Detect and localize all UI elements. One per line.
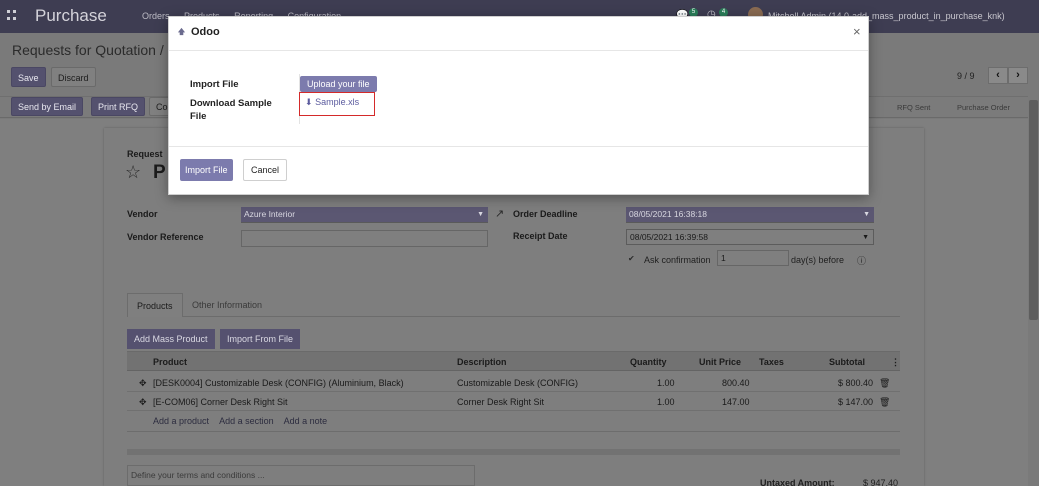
table-row[interactable]: ✥ [E-COM06] Corner Desk Right Sit Corner… <box>127 392 900 411</box>
pager-prev-icon[interactable]: ‹ <box>988 67 1008 84</box>
terms-input[interactable]: Define your terms and conditions ... <box>127 465 475 486</box>
sample-link-text[interactable]: Sample.xls <box>315 97 359 107</box>
pager-value: 9 / 9 <box>957 71 975 81</box>
receipt-date-input[interactable]: 08/05/2021 16:39:58 ▼ <box>626 229 874 245</box>
col-taxes[interactable]: Taxes <box>759 357 784 367</box>
days-before-label: day(s) before <box>791 255 845 265</box>
line-product[interactable]: [E-COM06] Corner Desk Right Sit <box>153 397 288 407</box>
external-link-icon[interactable]: ↗ <box>495 207 504 220</box>
col-description[interactable]: Description <box>457 357 507 367</box>
ask-confirmation-label: Ask confirmation <box>644 255 711 265</box>
vendor-select[interactable]: Azure Interior ▼ <box>241 207 488 223</box>
pager-next-icon[interactable]: › <box>1008 67 1028 84</box>
app-name[interactable]: Purchase <box>35 6 107 26</box>
col-quantity[interactable]: Quantity <box>630 357 667 367</box>
order-deadline-label: Order Deadline <box>513 209 578 219</box>
star-icon[interactable]: ☆ <box>125 162 141 183</box>
dialog-title: Odoo <box>177 26 220 38</box>
apps-menu-icon[interactable] <box>7 10 17 20</box>
drag-handle-icon[interactable]: ✥ <box>139 378 147 389</box>
line-description[interactable]: Customizable Desk (CONFIG) <box>457 378 578 388</box>
import-from-file-button[interactable]: Import From File <box>220 329 301 349</box>
cancel-button[interactable]: Cancel <box>243 159 288 181</box>
info-icon[interactable]: ⓘ <box>857 254 866 267</box>
ask-confirmation-checkbox[interactable]: ✔ <box>628 254 635 263</box>
vendor-reference-input[interactable] <box>241 230 488 247</box>
close-icon[interactable]: × <box>853 24 861 39</box>
untaxed-amount-label: Untaxed Amount: <box>760 478 835 486</box>
notebook-tabs: Products Other Information <box>127 293 900 317</box>
line-quantity[interactable]: 1.00 <box>657 378 675 388</box>
add-mass-product-button[interactable]: Add Mass Product <box>127 329 215 349</box>
order-deadline-input[interactable]: 08/05/2021 16:38:18 ▼ <box>626 207 874 223</box>
line-subtotal: $ 147.00 <box>838 397 874 407</box>
add-line-links: Add a product Add a section Add a note <box>153 416 335 426</box>
untaxed-amount-value: $ 947.40 <box>863 478 899 486</box>
stage-rfq-sent[interactable]: RFQ Sent <box>897 103 930 112</box>
download-icon: ⬇ <box>305 97 313 107</box>
line-unit-price[interactable]: 800.40 <box>722 378 750 388</box>
add-product-link[interactable]: Add a product <box>153 416 209 426</box>
request-label: Request <box>127 149 163 159</box>
add-section-link[interactable]: Add a section <box>219 416 274 426</box>
discard-button[interactable]: Discard <box>51 67 96 87</box>
drag-handle-icon[interactable]: ✥ <box>139 397 147 408</box>
send-by-email-button[interactable]: Send by Email <box>11 97 84 116</box>
save-button[interactable]: Save <box>11 67 46 87</box>
import-file-label: Import File <box>190 79 239 90</box>
tab-other-information[interactable]: Other Information <box>183 293 271 317</box>
sample-download-link[interactable]: ⬇ Sample.xls <box>305 97 359 108</box>
col-product[interactable]: Product <box>153 357 187 367</box>
download-sample-label: Download Sample <box>190 98 272 109</box>
stage-purchase-order[interactable]: Purchase Order <box>957 103 1010 112</box>
trash-icon[interactable]: 🗑 <box>879 378 890 389</box>
col-subtotal[interactable]: Subtotal <box>829 357 865 367</box>
order-lines-header: Product Description Quantity Unit Price … <box>127 351 900 371</box>
add-note-link[interactable]: Add a note <box>284 416 328 426</box>
line-description[interactable]: Corner Desk Right Sit <box>457 397 544 407</box>
tab-products[interactable]: Products <box>127 293 183 317</box>
trash-icon[interactable]: 🗑 <box>879 397 890 408</box>
import-dialog: Odoo × Import File Download Sample File … <box>168 16 869 195</box>
confirmation-days-input[interactable]: 1 <box>717 250 789 266</box>
odoo-logo-icon <box>177 27 186 36</box>
download-sample-label-line2: File <box>190 111 207 122</box>
divider <box>127 431 900 432</box>
record-title: P <box>153 162 166 183</box>
line-product[interactable]: [DESK0004] Customizable Desk (CONFIG) (A… <box>153 378 404 388</box>
breadcrumb: Requests for Quotation / P0 <box>12 42 185 58</box>
col-unit-price[interactable]: Unit Price <box>699 357 741 367</box>
dialog-header <box>169 17 868 51</box>
upload-file-button[interactable]: Upload your file <box>300 76 377 92</box>
scrollbar-thumb[interactable] <box>1029 100 1038 320</box>
vendor-reference-label: Vendor Reference <box>127 232 204 242</box>
line-unit-price[interactable]: 147.00 <box>722 397 750 407</box>
divider <box>127 449 900 455</box>
vendor-label: Vendor <box>127 209 158 219</box>
import-file-button[interactable]: Import File <box>180 159 233 181</box>
receipt-date-label: Receipt Date <box>513 231 568 241</box>
table-row[interactable]: ✥ [DESK0004] Customizable Desk (CONFIG) … <box>127 373 900 392</box>
menu-orders[interactable]: Orders <box>142 11 170 21</box>
print-rfq-button[interactable]: Print RFQ <box>91 97 146 116</box>
line-subtotal: $ 800.40 <box>838 378 874 388</box>
column-options-icon[interactable]: ⋮ <box>891 357 900 368</box>
line-quantity[interactable]: 1.00 <box>657 397 675 407</box>
